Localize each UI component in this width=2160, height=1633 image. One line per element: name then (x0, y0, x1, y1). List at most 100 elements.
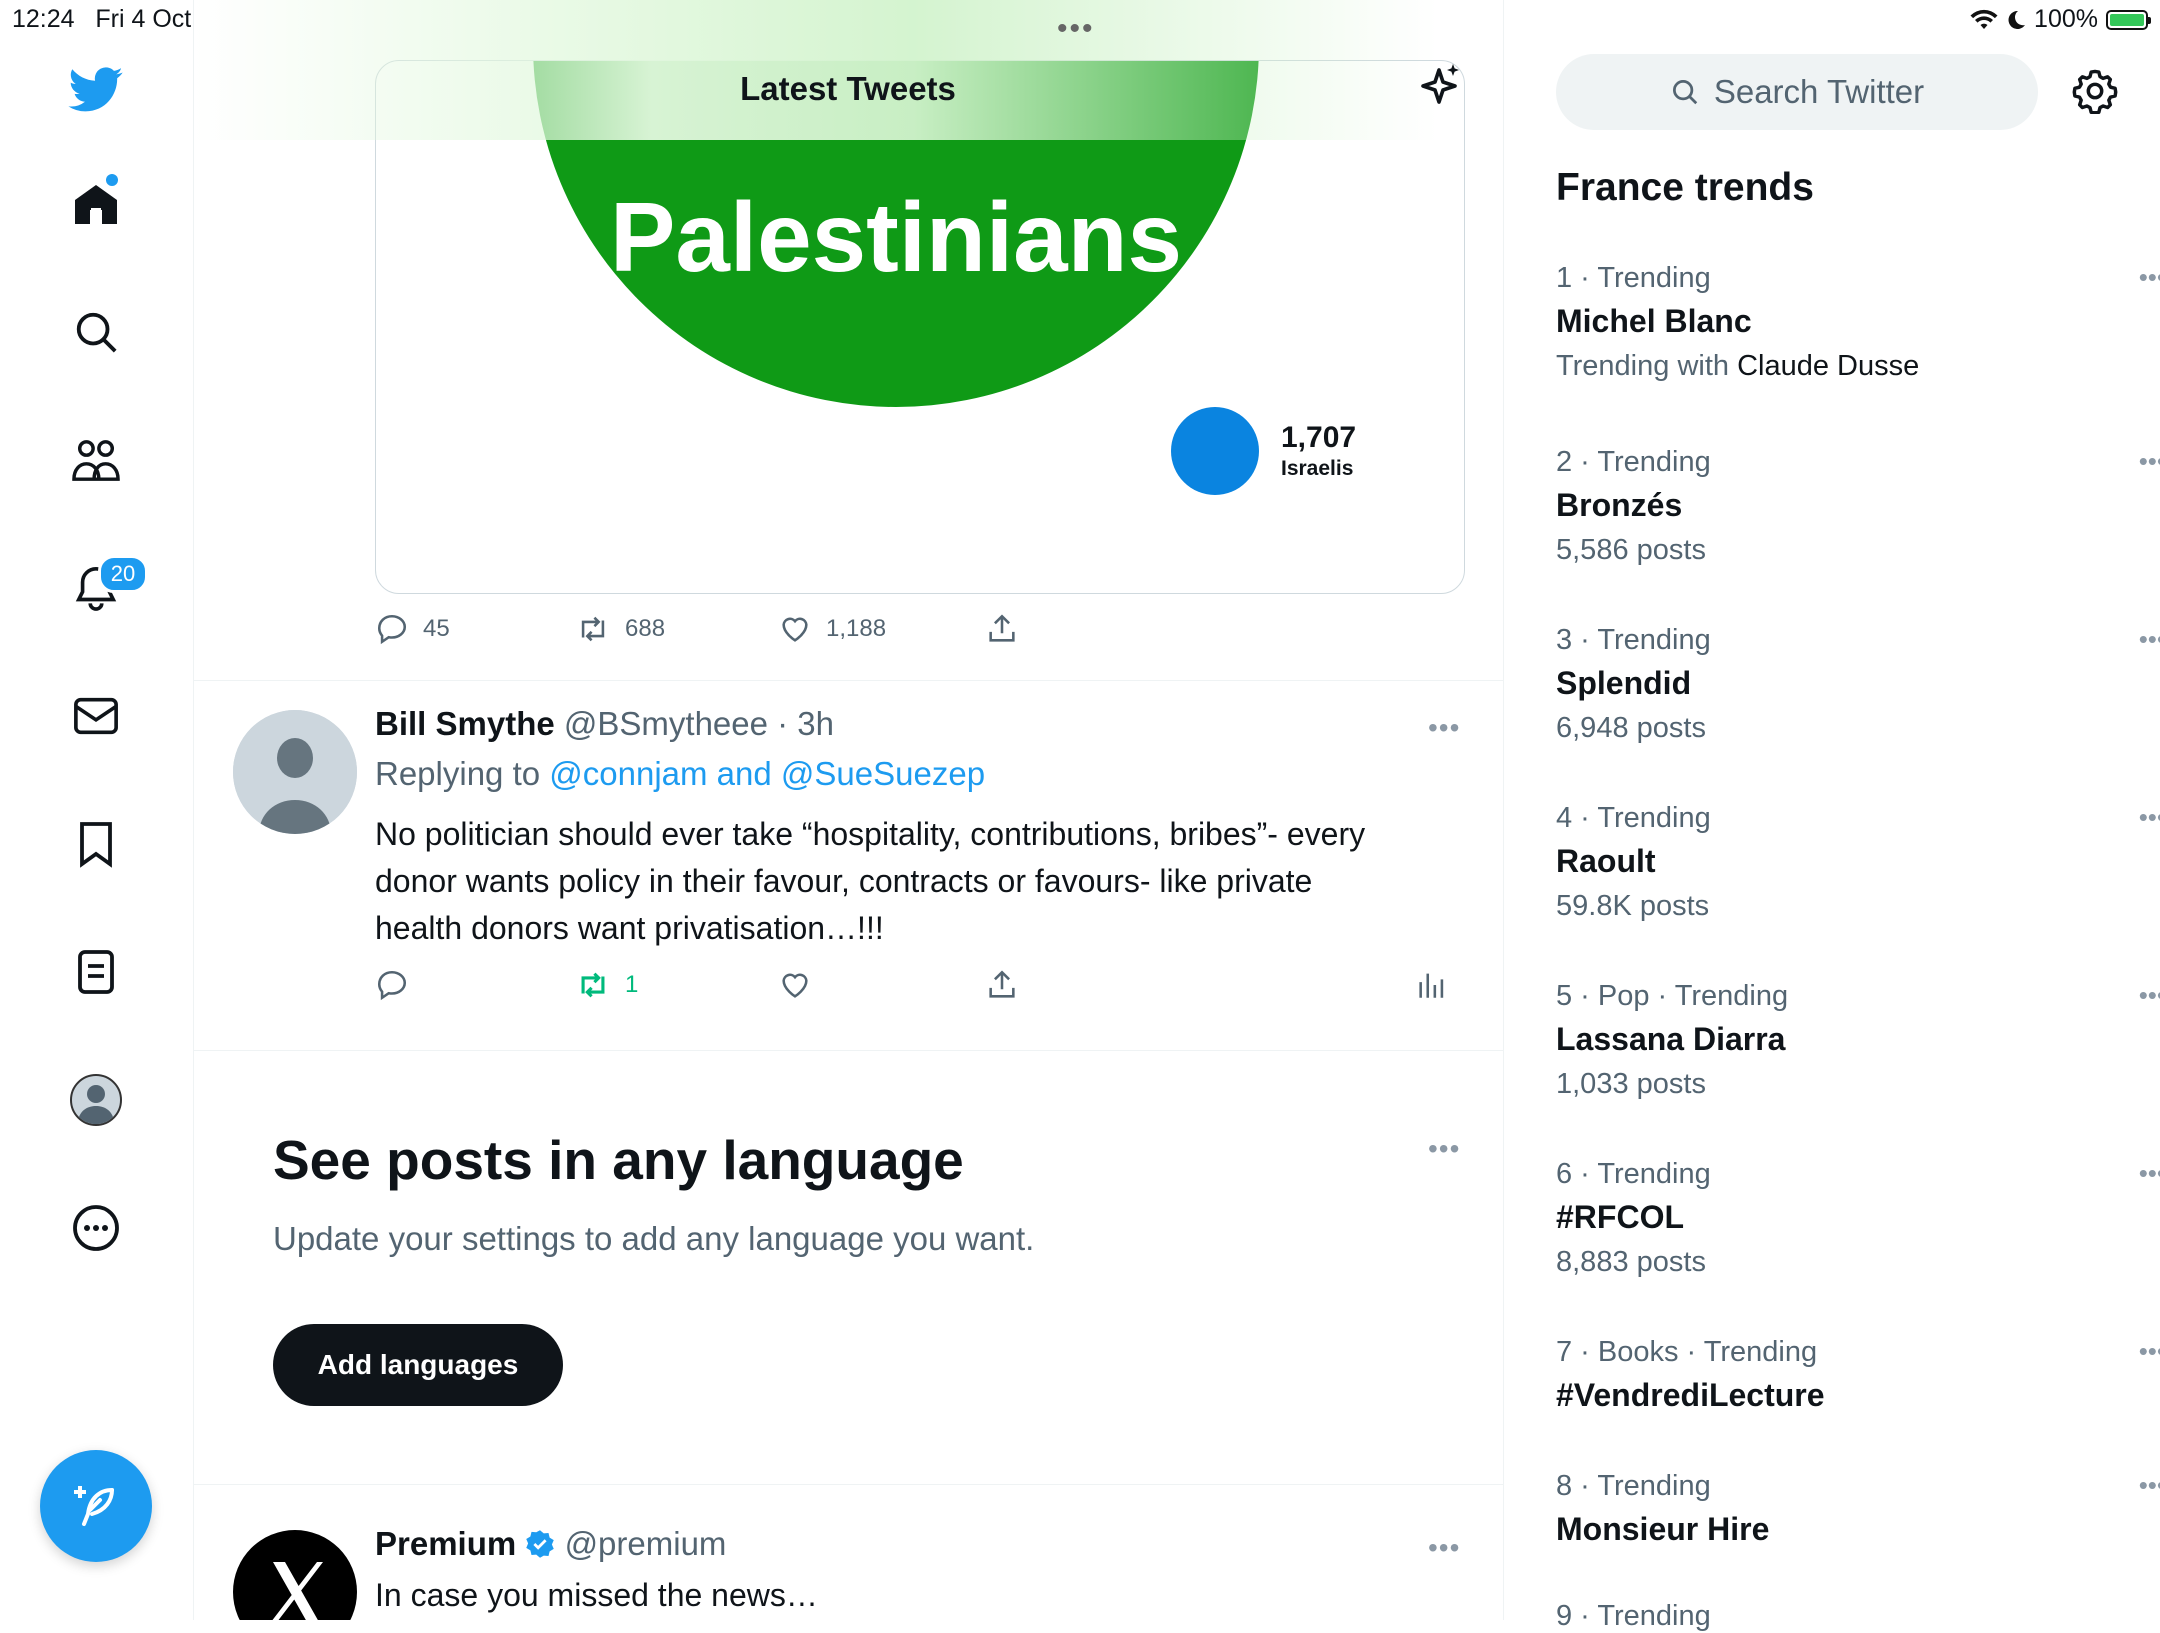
author-name[interactable]: Premium (375, 1525, 516, 1562)
right-sidebar: Search Twitter France trends 1 · Trendin… (1504, 0, 2160, 1632)
retweet-count: 688 (625, 615, 666, 642)
sparkle-icon (1421, 64, 1459, 104)
search-placeholder: Search Twitter (1713, 73, 1925, 110)
tweet-more-button[interactable]: ••• (1428, 1532, 1460, 1564)
trend-more-button[interactable]: ••• (2139, 980, 2160, 1011)
trend-more-button[interactable]: ••• (2139, 1158, 2160, 1189)
nav-bookmarks[interactable] (60, 808, 132, 880)
home-icon (75, 185, 117, 224)
tweet-media-card[interactable]: Palestinians 1,707 Israelis (375, 60, 1465, 594)
author-handle[interactable]: @premium (565, 1525, 727, 1562)
like-button[interactable]: 1,188 (778, 612, 886, 646)
compose-tweet-button[interactable] (40, 1450, 152, 1562)
language-prompt-title: See posts in any language (273, 1129, 964, 1191)
trend-more-button[interactable]: ••• (2139, 624, 2160, 655)
tweet-text: In case you missed the news… (375, 1577, 818, 1613)
sparkle-button[interactable] (1415, 62, 1463, 115)
trend-more-button[interactable]: ••• (2139, 1470, 2160, 1501)
tweet-more-button[interactable]: ••• (1428, 712, 1460, 744)
avatar-icon (70, 1074, 122, 1126)
palestinians-label: Palestinians (610, 182, 1182, 292)
settings-button[interactable] (2072, 68, 2118, 119)
trend-meta: 1 · Trending (1556, 262, 1711, 294)
retweet-button[interactable]: 1 (575, 968, 638, 1002)
like-count: 1,188 (826, 615, 887, 642)
trend-item[interactable]: 5 · Pop · Trending Lassana Diarra 1,033 … (1556, 980, 2160, 1101)
trend-more-button[interactable]: ••• (2139, 446, 2160, 477)
trend-post-count: 8,883 posts (1556, 1246, 1706, 1278)
retweet-count: 1 (625, 971, 639, 998)
search-icon (76, 312, 117, 353)
trend-subtext: Trending with Claude Dusse (1556, 350, 2116, 383)
avatar[interactable] (233, 1530, 357, 1620)
search-input[interactable]: Search Twitter (1556, 54, 2038, 130)
replying-mentions[interactable]: @connjam and @SueSuezep (549, 755, 985, 792)
bookmark-icon (80, 822, 112, 868)
trend-item[interactable]: 9 · Trending (1556, 1600, 2116, 1633)
trend-post-count: 1,033 posts (1556, 1068, 1706, 1100)
trend-post-count: 59.8K posts (1556, 890, 1710, 922)
nav-profile[interactable] (60, 1064, 132, 1136)
trend-more-button[interactable]: ••• (2139, 262, 2160, 293)
search-icon (1672, 80, 1698, 105)
list-icon (78, 950, 114, 994)
trend-item[interactable]: 6 · Trending #RFCOL 8,883 posts ••• (1556, 1158, 2160, 1279)
trend-item[interactable]: 7 · Books · Trending #VendrediLecture ••… (1556, 1336, 2160, 1414)
trend-item[interactable]: 8 · Trending Monsieur Hire ••• (1556, 1470, 2160, 1548)
x-logo-icon (272, 1562, 323, 1620)
communities-icon (72, 440, 120, 481)
share-button[interactable] (985, 968, 1019, 1002)
author-handle-time[interactable]: @BSmytheee · 3h (564, 705, 834, 742)
share-button[interactable] (985, 612, 1019, 646)
trend-name: Monsieur Hire (1556, 1511, 1770, 1547)
israelis-bubble (1171, 407, 1259, 495)
nav-explore[interactable] (60, 296, 132, 368)
add-languages-button[interactable]: Add languages (273, 1324, 563, 1406)
share-icon (989, 970, 1015, 998)
reply-button[interactable] (375, 968, 409, 1002)
trend-item[interactable]: 1 · Trending Michel Blanc Trending with … (1556, 262, 2160, 383)
trend-name: #VendrediLecture (1556, 1377, 1825, 1413)
tweet-text: No politician should ever take “hospital… (375, 816, 1366, 946)
trend-meta: 7 · Books · Trending (1556, 1336, 1818, 1368)
nav-home[interactable] (60, 168, 132, 240)
twitter-logo-icon[interactable] (60, 54, 132, 126)
author-name[interactable]: Bill Smythe (375, 705, 555, 742)
trend-item[interactable]: 3 · Trending Splendid 6,948 posts ••• (1556, 624, 2160, 745)
mail-icon (74, 697, 118, 735)
trends-title: France trends (1556, 166, 1814, 209)
analytics-button[interactable] (1415, 968, 1449, 1002)
trend-meta: 9 · Trending (1556, 1600, 1711, 1632)
nav-messages[interactable] (60, 680, 132, 752)
trend-name: Raoult (1556, 843, 1656, 879)
default-avatar-icon (233, 710, 357, 834)
trend-name: Michel Blanc (1556, 303, 1752, 339)
like-button[interactable] (778, 968, 812, 1002)
trend-more-button[interactable]: ••• (2139, 1336, 2160, 1367)
trend-name: Splendid (1556, 665, 1692, 701)
tweet-divider (193, 680, 1503, 681)
trend-item[interactable]: 4 · Trending Raoult 59.8K posts ••• (1556, 802, 2160, 923)
reply-button[interactable]: 45 (375, 612, 450, 646)
trend-item[interactable]: 2 · Trending Bronzés 5,586 posts ••• (1556, 446, 2160, 567)
share-icon (989, 614, 1015, 642)
home-unread-dot (106, 174, 118, 186)
prompt-more-button[interactable]: ••• (1428, 1133, 1460, 1165)
avatar[interactable] (233, 710, 357, 834)
multitask-handle[interactable]: ••• (1057, 12, 1095, 46)
nav-communities[interactable] (60, 424, 132, 496)
trend-meta: 8 · Trending (1556, 1470, 1711, 1502)
left-nav-rail: 20 (0, 0, 194, 1620)
tweet-author-row: Premium @premium (375, 1525, 726, 1563)
heart-icon (782, 617, 808, 642)
nav-lists[interactable] (60, 936, 132, 1008)
nav-more[interactable] (60, 1192, 132, 1264)
tweet-author-row: Bill Smythe @BSmytheee · 3h (375, 705, 834, 743)
trend-post-count: 6,948 posts (1556, 712, 1706, 744)
israelis-value: 1,707 (1281, 421, 1357, 454)
retweet-button[interactable]: 688 (575, 612, 665, 646)
retweet-icon (581, 972, 605, 998)
timeline-column: ••• Latest Tweets Palestinians 1,707 Isr… (193, 0, 1504, 1620)
trend-name: Bronzés (1556, 487, 1683, 523)
trend-more-button[interactable]: ••• (2139, 802, 2160, 833)
